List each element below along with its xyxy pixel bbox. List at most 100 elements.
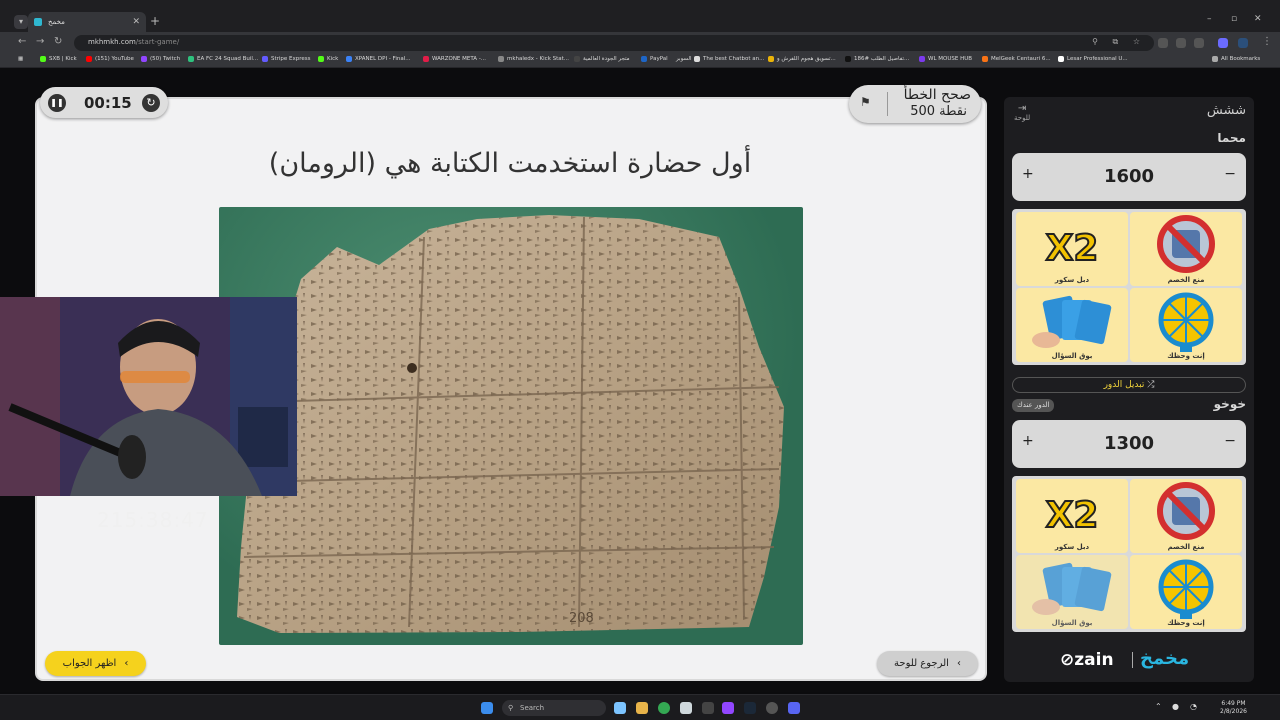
steam-icon[interactable] <box>744 702 756 714</box>
exit-icon: ⇥ <box>1017 103 1027 114</box>
bookmark-item[interactable]: Kick <box>318 56 338 62</box>
bookmark-item[interactable]: متجر الجودة العالمية <box>574 56 630 62</box>
discord-icon[interactable] <box>788 702 800 714</box>
taskbar-clock[interactable]: 6:49 PM 2/8/2026 <box>1220 700 1247 716</box>
webcam-overlay <box>0 297 297 496</box>
lifeline-wheel-luck[interactable]: إنت وحظك <box>1130 288 1242 362</box>
twitch-icon[interactable] <box>722 702 734 714</box>
bookmark-item[interactable]: (151) YouTube <box>86 56 134 62</box>
close-window-icon[interactable]: ✕ <box>1254 14 1262 24</box>
lifeline-block-opponent[interactable]: منع الخصم <box>1130 479 1242 553</box>
bookmark-item[interactable]: تسويق هجوم اللفرش و... <box>768 56 836 62</box>
reload-icon[interactable]: ↻ <box>54 36 62 47</box>
obs-icon[interactable] <box>766 702 778 714</box>
minimize-icon[interactable]: – <box>1207 14 1212 24</box>
divider <box>887 92 888 116</box>
category-label: صحح الخطأ <box>903 87 971 103</box>
lifeline-double-score[interactable]: X2 دبل سكور <box>1016 479 1128 553</box>
flag-icon[interactable]: ⚑ <box>860 95 871 109</box>
bookmark-favicon-icon <box>318 56 324 62</box>
team-2-score-value: 1300 <box>1103 433 1155 454</box>
close-tab-icon[interactable]: ✕ <box>132 17 140 27</box>
back-label: الرجوع للوحة <box>894 658 949 669</box>
lifeline-wheel-luck[interactable]: إنت وحظك <box>1130 555 1242 629</box>
chrome-icon[interactable] <box>658 702 670 714</box>
bookmark-item[interactable]: XPANEL DPI - Final... <box>346 56 410 62</box>
bookmark-favicon-icon <box>1058 56 1064 62</box>
bookmark-item[interactable]: EA FC 24 Squad Buil... <box>188 56 258 62</box>
logo-divider <box>1132 652 1133 668</box>
bookmark-item[interactable]: تفاصيل الطلب #186... <box>845 56 909 62</box>
bookmarks-bar: ▦ SXB | Kick (151) YouTube (50) Twitch E… <box>0 54 1280 68</box>
no-entry-icon <box>1157 215 1215 273</box>
bookmark-favicon-icon <box>346 56 352 62</box>
back-arrow-icon[interactable]: ← <box>18 36 26 47</box>
reset-timer-icon[interactable]: ↻ <box>142 94 160 112</box>
bookmark-favicon-icon <box>423 56 429 62</box>
bookmark-item[interactable]: Stripe Express <box>262 56 311 62</box>
bookmark-favicon-icon <box>86 56 92 62</box>
omnibox-actions[interactable]: ⚲ ⧉ ☆ <box>1092 37 1146 47</box>
decrease-score-button[interactable]: − <box>1224 433 1236 449</box>
bookmark-item[interactable]: WARZONE META -... <box>423 56 486 62</box>
extensions-puzzle-icon[interactable] <box>1194 38 1204 48</box>
app-icon[interactable] <box>702 702 714 714</box>
extension-icon[interactable] <box>1158 38 1168 48</box>
bookmark-item[interactable]: Lesar Professional U... <box>1058 56 1128 62</box>
answer-label: اظهر الجواب <box>62 658 117 669</box>
shuffle-icon: ⤮ <box>1147 380 1155 390</box>
file-explorer-icon[interactable] <box>636 702 648 714</box>
all-bookmarks[interactable]: All Bookmarks <box>1212 56 1260 62</box>
tray-wifi-icon[interactable]: ◔ <box>1190 703 1197 711</box>
switch-turn-button[interactable]: ⤮ تبديل الدور <box>1012 377 1246 393</box>
profile-icon[interactable] <box>1238 38 1248 48</box>
folder-icon <box>1212 56 1218 62</box>
address-bar[interactable]: mkhmkh.com/start-game/ ⚲ ⧉ ☆ <box>74 35 1154 51</box>
bookmark-item[interactable]: السوبر <box>676 56 692 62</box>
bookmark-item[interactable]: PayPal <box>641 56 668 62</box>
bookmark-item[interactable]: MelGeek Centauri 6... <box>982 56 1051 62</box>
lifeline-label: بوق السؤال <box>1051 619 1093 627</box>
bookmark-item[interactable]: mkhaledx - Kick Stat... <box>498 56 569 62</box>
bookmark-item[interactable]: (50) Twitch <box>141 56 180 62</box>
team-2-name: خوخو <box>1213 397 1246 411</box>
browser-tab[interactable]: مخمخ ✕ <box>28 12 146 32</box>
svg-text:X2: X2 <box>1046 495 1099 536</box>
new-tab-icon[interactable]: + <box>150 14 160 28</box>
back-to-board-link[interactable]: ⇥ للوحة <box>1014 103 1030 122</box>
show-answer-button[interactable]: اظهر الجواب ‹ <box>45 651 146 676</box>
tab-search-button[interactable]: ▾ <box>14 15 28 29</box>
bookmark-favicon-icon <box>982 56 988 62</box>
bookmark-item[interactable]: WL MOUSE HUB <box>919 56 972 62</box>
forward-arrow-icon[interactable]: → <box>36 36 44 47</box>
widgets-icon[interactable] <box>614 702 626 714</box>
menu-kebab-icon[interactable]: ⋮ <box>1262 36 1272 47</box>
sponsor-logos: ⊘zain مخمخ <box>1058 648 1208 674</box>
taskbar-search-box[interactable]: ⚲ Search <box>502 700 606 716</box>
back-to-board-button[interactable]: الرجوع للوحة ‹ <box>877 651 978 676</box>
bookmark-item[interactable]: The best Chatbot an... <box>694 56 764 62</box>
cards-icon <box>1032 295 1112 348</box>
lifeline-steal-question[interactable]: بوق السؤال <box>1016 288 1128 362</box>
profile-avatar-icon[interactable] <box>1218 38 1228 48</box>
extension-icon[interactable] <box>1176 38 1186 48</box>
tray-chevron-icon[interactable]: ⌃ <box>1155 703 1162 711</box>
chevron-left-icon: ‹ <box>956 658 961 669</box>
bookmark-item[interactable]: SXB | Kick <box>40 56 77 62</box>
lifeline-double-score[interactable]: X2 دبل سكور <box>1016 212 1128 286</box>
apps-grid-icon[interactable]: ▦ <box>18 56 23 62</box>
decrease-score-button[interactable]: − <box>1224 166 1236 182</box>
mkhmkh-logo: مخمخ <box>1140 648 1190 669</box>
bookmark-favicon-icon <box>919 56 925 62</box>
lifeline-block-opponent[interactable]: منع الخصم <box>1130 212 1242 286</box>
lifeline-steal-question[interactable]: بوق السؤال <box>1016 555 1128 629</box>
maximize-icon[interactable]: ▫ <box>1231 14 1237 24</box>
start-windows-icon[interactable] <box>481 702 493 714</box>
bookmark-favicon-icon <box>845 56 851 62</box>
store-icon[interactable] <box>680 702 692 714</box>
x2-icon: X2 <box>1045 227 1100 270</box>
pause-icon[interactable]: ❚❚ <box>48 94 66 112</box>
team-1-score: + 1600 − <box>1012 153 1246 201</box>
tray-mic-icon[interactable]: ● <box>1172 703 1179 711</box>
chevron-left-icon: ‹ <box>124 658 129 669</box>
